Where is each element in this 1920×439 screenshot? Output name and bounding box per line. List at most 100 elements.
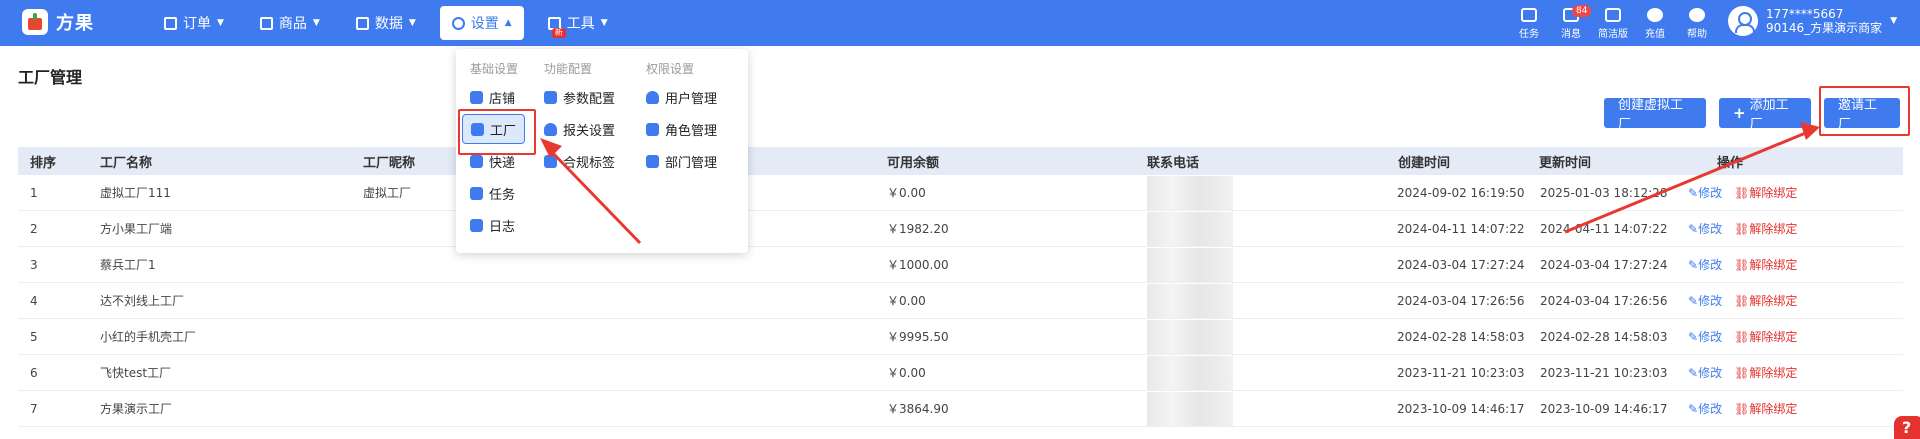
recharge-icon [1647, 8, 1663, 22]
user-menu[interactable]: 177****5667 90146_方果演示商家 ▼ [1728, 6, 1897, 36]
edit-icon: ✎ [1688, 330, 1699, 344]
unbind-link[interactable]: ⛓解除绑定 [1734, 186, 1797, 200]
unbind-link[interactable]: ⛓解除绑定 [1734, 258, 1797, 272]
brand-logo[interactable]: 方果 [22, 9, 94, 35]
nav-label: 订单 [183, 16, 211, 32]
unbind-link[interactable]: ⛓解除绑定 [1734, 330, 1797, 344]
table-row: 3 蔡兵工厂1 ￥1000.00 2024-03-04 17:27:24 2024-03… [18, 247, 1903, 283]
nav-goods[interactable]: 商品 ▼ [248, 6, 332, 40]
tool-task[interactable]: 任务 [1508, 6, 1550, 40]
shop-icon [470, 90, 483, 104]
table-row: 2 方小果工厂端 ￥1982.20 2024-04-11 14:07:22 2024-0… [18, 211, 1903, 247]
cell-phone [1147, 391, 1397, 426]
cell-balance: ￥1000.00 [887, 258, 949, 272]
cell-phone [1147, 283, 1397, 318]
tool-label: 任务 [1519, 29, 1539, 40]
edit-icon: ✎ [1688, 186, 1699, 200]
menu-item-roles[interactable]: 角色管理 [646, 113, 717, 145]
cell-order: 1 [30, 185, 38, 200]
unlink-icon: ⛓ [1734, 366, 1750, 380]
nav-settings[interactable]: 设置 ▲ [439, 6, 524, 40]
cell-actions: ✎修改 ⛓解除绑定 [1688, 364, 1828, 381]
edit-link[interactable]: ✎修改 [1688, 258, 1722, 272]
menu-item-users[interactable]: 用户管理 [646, 81, 717, 113]
edit-icon: ✎ [1688, 366, 1699, 380]
edit-link[interactable]: ✎修改 [1688, 366, 1722, 380]
tool-help[interactable]: 帮助 [1676, 6, 1718, 40]
edit-label: 修改 [1698, 222, 1723, 236]
cell-actions: ✎修改 ⛓解除绑定 [1688, 400, 1828, 417]
edit-link[interactable]: ✎修改 [1688, 222, 1722, 236]
create-virtual-factory-button[interactable]: 创建虚拟工厂 [1604, 98, 1706, 132]
unlink-icon: ⛓ [1734, 294, 1750, 308]
cell-created: 2023-11-21 10:23:03 [1397, 365, 1525, 380]
button-label: 创建虚拟工厂 [1618, 98, 1684, 132]
table-row: 4 达不刘线上工厂 ￥0.00 2024-03-04 17:26:56 2024-03-… [18, 283, 1903, 319]
edit-label: 修改 [1698, 186, 1723, 200]
department-icon [646, 154, 659, 168]
log-icon [470, 218, 483, 232]
cell-actions: ✎修改 ⛓解除绑定 [1688, 256, 1828, 273]
col-header-updated: 更新时间 [1539, 155, 1592, 171]
cell-phone [1147, 247, 1397, 282]
brand-name: 方果 [56, 13, 94, 34]
cell-name: 蔡兵工厂1 [100, 258, 156, 272]
cell-phone [1147, 211, 1397, 246]
unlink-icon: ⛓ [1734, 186, 1750, 200]
menu-item-label: 店铺 [489, 91, 516, 107]
unbind-link[interactable]: ⛓解除绑定 [1734, 222, 1797, 236]
params-icon [544, 90, 557, 104]
tool-label: 消息 [1561, 29, 1581, 40]
redacted-phone [1147, 355, 1233, 390]
nav-data[interactable]: 数据 ▼ [344, 6, 428, 40]
edit-link[interactable]: ✎修改 [1688, 402, 1722, 416]
nav-tools[interactable]: 新 工具 ▼ [536, 6, 620, 40]
unbind-link[interactable]: ⛓解除绑定 [1734, 366, 1797, 380]
cell-created: 2024-04-11 14:07:22 [1397, 221, 1525, 236]
cell-order: 7 [30, 401, 38, 416]
help-float-button[interactable]: ? [1894, 416, 1920, 439]
menu-item-log[interactable]: 日志 [470, 209, 525, 241]
tool-message[interactable]: 84 消息 [1550, 5, 1592, 40]
cell-created: 2024-02-28 14:58:03 [1397, 329, 1525, 344]
cell-balance: ￥0.00 [887, 366, 926, 380]
menu-item-task[interactable]: 任务 [470, 177, 525, 209]
brand-logo-icon [22, 9, 48, 35]
cell-order: 2 [30, 221, 38, 236]
tool-simple-mode[interactable]: 简洁版 [1592, 6, 1634, 40]
menu-item-departments[interactable]: 部门管理 [646, 145, 717, 177]
new-badge: 新 [551, 28, 566, 38]
tool-label: 简洁版 [1598, 29, 1628, 40]
redacted-phone [1147, 211, 1233, 246]
tool-recharge[interactable]: 充值 [1634, 6, 1676, 40]
nav-orders[interactable]: 订单 ▼ [152, 6, 236, 40]
cell-phone [1147, 319, 1397, 354]
edit-link[interactable]: ✎修改 [1688, 330, 1722, 344]
shirt-icon [1605, 8, 1621, 22]
menu-item-label: 合规标签 [563, 155, 616, 171]
cell-created: 2024-09-02 16:19:50 [1397, 185, 1525, 200]
page-title: 工厂管理 [18, 68, 83, 87]
unbind-link[interactable]: ⛓解除绑定 [1734, 402, 1797, 416]
menu-item-customs[interactable]: 报关设置 [544, 113, 615, 145]
table-row: 5 小红的手机壳工厂 ￥9995.50 2024-02-28 14:58:03 2024… [18, 319, 1903, 355]
goods-icon [259, 16, 273, 30]
menu-item-label: 参数配置 [563, 91, 616, 107]
unlink-icon: ⛓ [1734, 258, 1750, 272]
col-header-name: 工厂名称 [100, 155, 153, 171]
unbind-link[interactable]: ⛓解除绑定 [1734, 294, 1797, 308]
customs-icon [544, 122, 557, 136]
menu-item-params[interactable]: 参数配置 [544, 81, 615, 113]
edit-link[interactable]: ✎修改 [1688, 186, 1722, 200]
add-factory-button[interactable]: + 添加工厂 [1719, 98, 1811, 132]
menu-item-compliance[interactable]: 合规标签 [544, 145, 615, 177]
user-shop: 90146_方果演示商家 [1766, 21, 1883, 35]
cell-updated: 2024-03-04 17:26:56 [1540, 293, 1668, 308]
cell-actions: ✎修改 ⛓解除绑定 [1688, 184, 1828, 201]
table-body: 1 虚拟工厂111 虚拟工厂 ￥0.00 2024-09-02 16:19:50 2025… [18, 175, 1903, 427]
col-header-order: 排序 [30, 155, 57, 171]
plus-icon: + [1733, 104, 1746, 122]
cell-balance: ￥3864.90 [887, 402, 949, 416]
unbind-label: 解除绑定 [1749, 294, 1798, 308]
edit-link[interactable]: ✎修改 [1688, 294, 1722, 308]
